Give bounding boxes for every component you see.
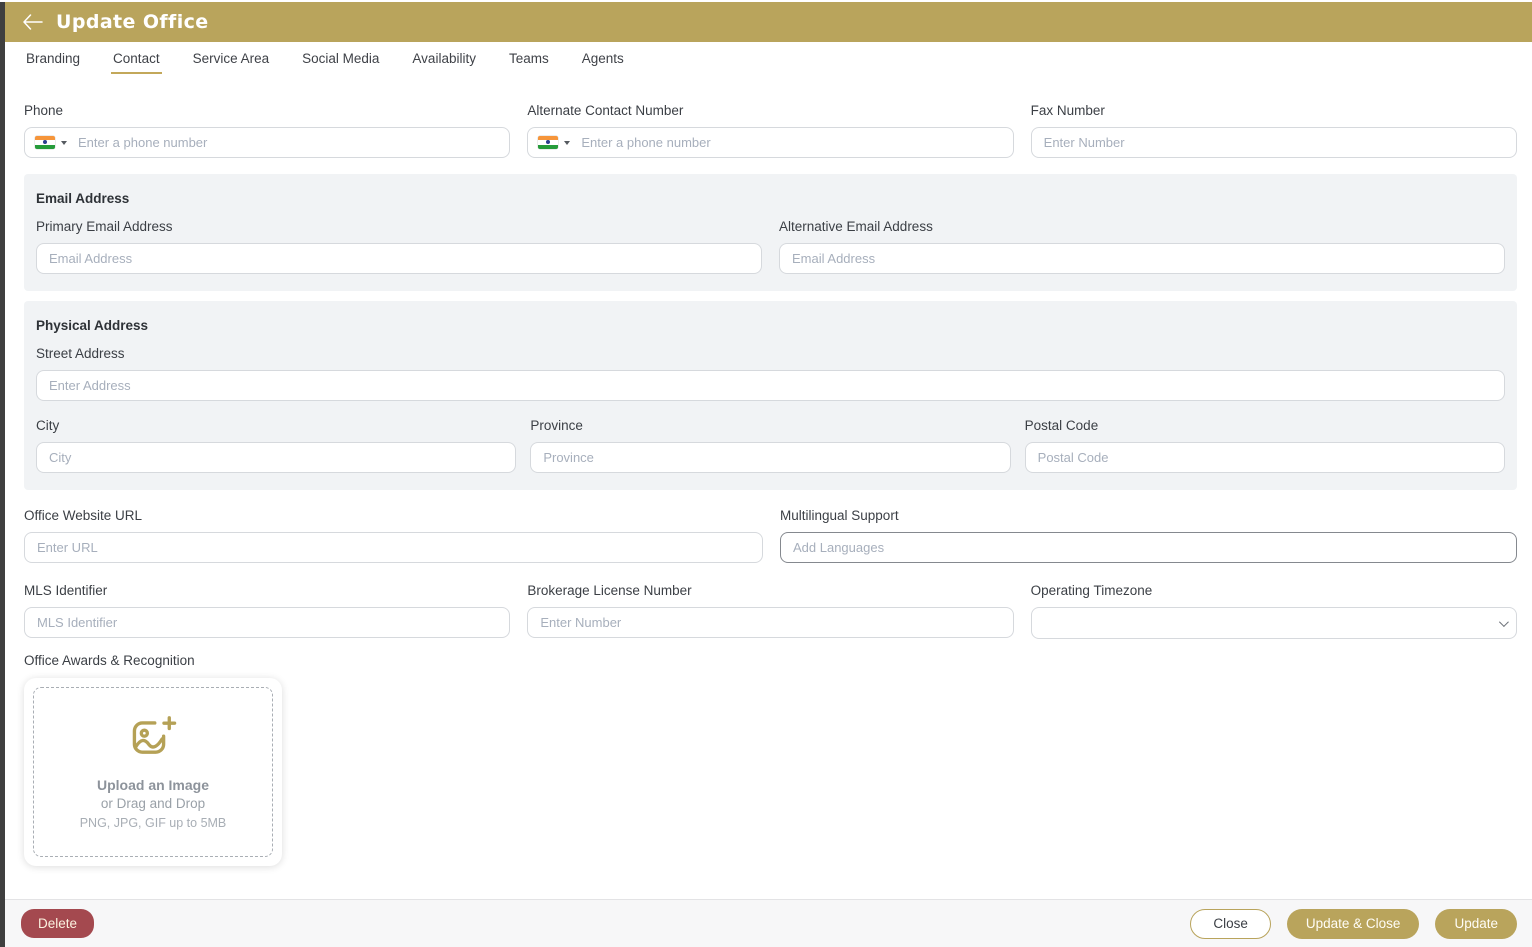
upload-hint: PNG, JPG, GIF up to 5MB <box>79 815 227 830</box>
city-input[interactable] <box>36 442 517 473</box>
website-url-label: Office Website URL <box>24 508 143 523</box>
phone-label: Phone <box>24 103 64 118</box>
primary-email-label: Primary Email Address <box>36 219 173 234</box>
multilingual-input[interactable] <box>780 532 1517 563</box>
update-button[interactable]: Update <box>1435 908 1517 939</box>
page-header: Update Office <box>5 2 1532 42</box>
tab-service-area[interactable]: Service Area <box>191 42 272 74</box>
tab-bar: Branding Contact Service Area Social Med… <box>5 42 1532 77</box>
image-upload-dropzone[interactable]: Upload an Image or Drag and Drop PNG, JP… <box>33 687 273 857</box>
sidebar-edge-strip <box>0 2 5 947</box>
mls-identifier-input[interactable] <box>24 607 511 638</box>
india-flag-icon <box>35 136 55 149</box>
back-arrow-icon[interactable] <box>22 14 43 30</box>
awards-upload-card: Upload an Image or Drag and Drop PNG, JP… <box>24 678 282 866</box>
footer-right-actions: Close Update & Close Update <box>1190 908 1517 939</box>
physical-address-section: Physical Address Street Address City Pro… <box>24 301 1517 490</box>
tab-availability[interactable]: Availability <box>410 42 478 74</box>
brokerage-license-input[interactable] <box>527 607 1014 638</box>
alternate-country-dropdown[interactable] <box>538 136 571 149</box>
chevron-down-icon <box>1498 616 1509 627</box>
alternative-email-input[interactable] <box>779 243 1505 274</box>
tab-teams[interactable]: Teams <box>507 42 551 74</box>
address-section-title: Physical Address <box>36 318 149 333</box>
contact-form: Phone Alternate Contact Number Fax Numbe… <box>5 77 1532 866</box>
city-label: City <box>36 418 60 433</box>
email-section-title: Email Address <box>36 191 130 206</box>
action-footer: Delete Close Update & Close Update <box>5 899 1532 947</box>
tab-agents[interactable]: Agents <box>580 42 626 74</box>
page-title: Update Office <box>56 11 209 33</box>
upload-subtitle: or Drag and Drop <box>100 795 206 811</box>
province-label: Province <box>530 418 583 433</box>
delete-button[interactable]: Delete <box>21 909 95 938</box>
multilingual-label: Multilingual Support <box>780 508 899 523</box>
alternate-contact-input-group <box>527 127 1014 158</box>
tab-contact[interactable]: Contact <box>111 42 162 74</box>
tab-branding[interactable]: Branding <box>24 42 82 74</box>
update-and-close-button[interactable]: Update & Close <box>1286 908 1420 939</box>
website-url-input[interactable] <box>24 532 763 563</box>
operating-timezone-label: Operating Timezone <box>1030 583 1153 598</box>
india-flag-icon <box>538 136 559 149</box>
fax-input[interactable] <box>1030 127 1517 158</box>
close-button[interactable]: Close <box>1190 908 1271 939</box>
postal-code-label: Postal Code <box>1024 418 1099 433</box>
phone-row: Phone Alternate Contact Number Fax Numbe… <box>24 103 1517 158</box>
mls-identifier-label: MLS Identifier <box>24 583 108 598</box>
operating-timezone-select[interactable] <box>1030 607 1517 639</box>
tab-social-media[interactable]: Social Media <box>300 42 381 74</box>
postal-code-input[interactable] <box>1024 442 1505 473</box>
awards-block: Office Awards & Recognition Upload an Im… <box>24 653 1517 866</box>
phone-input-group <box>24 127 511 158</box>
alternate-contact-label: Alternate Contact Number <box>527 103 684 118</box>
fax-label: Fax Number <box>1030 103 1105 118</box>
brokerage-license-label: Brokerage License Number <box>527 583 692 598</box>
alternate-contact-input[interactable] <box>570 135 1003 150</box>
street-address-input[interactable] <box>36 370 1505 401</box>
street-address-label: Street Address <box>36 346 125 361</box>
mls-row: MLS Identifier Brokerage License Number … <box>24 583 1517 639</box>
alternative-email-label: Alternative Email Address <box>779 219 933 234</box>
website-row: Office Website URL Multilingual Support <box>24 508 1517 563</box>
phone-country-dropdown[interactable] <box>35 136 67 149</box>
email-address-section: Email Address Primary Email Address Alte… <box>24 174 1517 291</box>
phone-input[interactable] <box>67 135 500 150</box>
upload-title: Upload an Image <box>96 776 210 793</box>
primary-email-input[interactable] <box>36 243 762 274</box>
province-input[interactable] <box>530 442 1011 473</box>
add-image-icon <box>129 715 177 766</box>
awards-label: Office Awards & Recognition <box>24 653 195 668</box>
